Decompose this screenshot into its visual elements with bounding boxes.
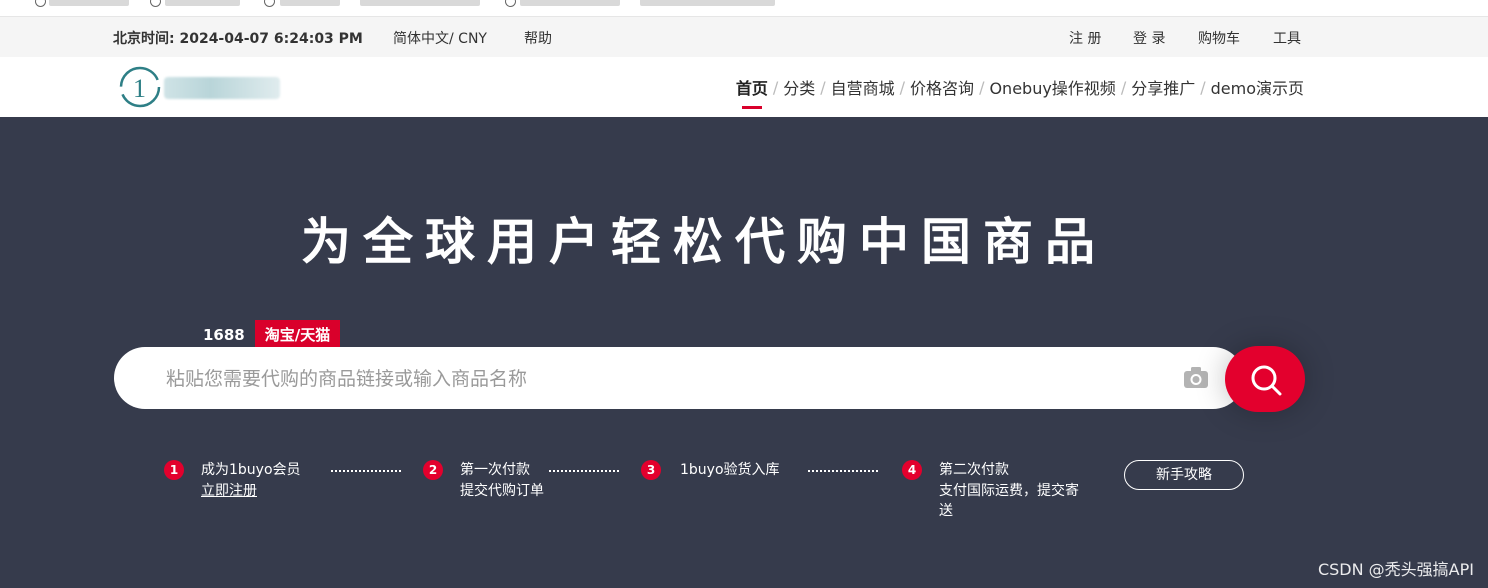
step-desc: 支付国际运费，提交寄 [939,483,1079,499]
bookmark-item[interactable] [280,0,340,6]
nav-separator: / [1120,77,1127,97]
step-number: 2 [423,460,443,480]
nav-item-category[interactable]: 分类 [783,75,815,99]
hero-headline: 为全球用户轻松代购中国商品 [301,213,1107,271]
search-icon [1251,365,1282,396]
bookmarks-bar [0,0,1488,17]
bookmark-icon [35,0,46,7]
search-input[interactable] [164,363,1128,395]
step-desc: 提交代购订单 [460,483,544,499]
bookmark-item[interactable] [640,0,775,6]
site-logo[interactable]: 1 [118,65,162,109]
source-tab-1688[interactable]: 1688 [197,322,251,348]
process-steps: 1 成为1buyo会员 立即注册 2 第一次付款 提交代购订单 3 1buyo验… [0,457,1488,537]
nav-item-home[interactable]: 首页 [736,75,768,109]
bookmark-item[interactable] [360,0,480,6]
beginner-guide-button[interactable]: 新手攻略 [1124,460,1244,490]
step-title: 1buyo验货入库 [680,462,780,478]
step-title: 第二次付款 [939,462,1009,478]
logo-text: 1 [133,74,146,103]
step-divider [331,470,401,472]
nav-item-price-inquiry[interactable]: 价格咨询 [910,75,974,99]
camera-icon[interactable] [1182,364,1210,392]
logo-wordmark-blurred [164,77,280,99]
language-currency-selector[interactable]: 简体中文/ CNY [393,28,487,48]
nav-separator: / [1200,77,1206,97]
nav-item-self-mall[interactable]: 自营商城 [831,75,895,99]
step-desc: 送 [939,503,953,519]
nav-item-share-promote[interactable]: 分享推广 [1131,75,1195,99]
register-now-link[interactable]: 立即注册 [201,481,257,501]
step-divider [549,470,619,472]
beijing-time: 北京时间: 2024-04-07 6:24:03 PM [113,31,363,47]
bookmark-item[interactable] [49,0,129,6]
bookmark-icon [264,0,275,7]
nav-item-demo[interactable]: demo演示页 [1211,75,1304,99]
nav-separator: / [820,77,826,97]
bookmark-icon [505,0,516,7]
nav-separator: / [772,77,779,97]
main-nav: 首页 / 分类 / 自营商城 / 价格咨询 / Onebuy操作视频 / 分享推… [736,75,1304,109]
source-tabs: 1688 淘宝/天猫 [197,320,341,349]
step-title: 第一次付款 [460,462,530,478]
step-number: 4 [902,460,922,480]
nav-separator: / [979,77,985,97]
step-number: 1 [164,460,184,480]
main-header: 1 首页 / 分类 / 自营商城 / 价格咨询 / Onebuy操作视频 / 分… [0,57,1488,117]
source-tab-taobao-tmall[interactable]: 淘宝/天猫 [254,320,341,349]
help-link[interactable]: 帮助 [524,28,552,48]
step-number: 3 [641,460,661,480]
bookmark-item[interactable] [165,0,240,6]
top-utility-bar: 北京时间: 2024-04-07 6:24:03 PM 简体中文/ CNY 帮助… [0,17,1488,57]
bookmark-icon [150,0,161,7]
step-divider [808,470,878,472]
hero-section: 为全球用户轻松代购中国商品 1688 淘宝/天猫 1 成为1buyo会员 立即注… [0,117,1488,588]
login-link[interactable]: 登 录 [1133,28,1165,48]
search-box [114,347,1244,409]
step-title: 成为1buyo会员 [201,462,301,478]
nav-item-tutorial-video[interactable]: Onebuy操作视频 [989,75,1115,99]
csdn-watermark: CSDN @秃头强搞API [1317,560,1474,579]
bookmark-item[interactable] [520,0,620,6]
register-link[interactable]: 注 册 [1069,28,1101,48]
tools-link[interactable]: 工具 [1273,28,1301,48]
cart-link[interactable]: 购物车 [1198,28,1240,48]
search-button[interactable] [1225,346,1305,412]
nav-separator: / [899,77,906,97]
